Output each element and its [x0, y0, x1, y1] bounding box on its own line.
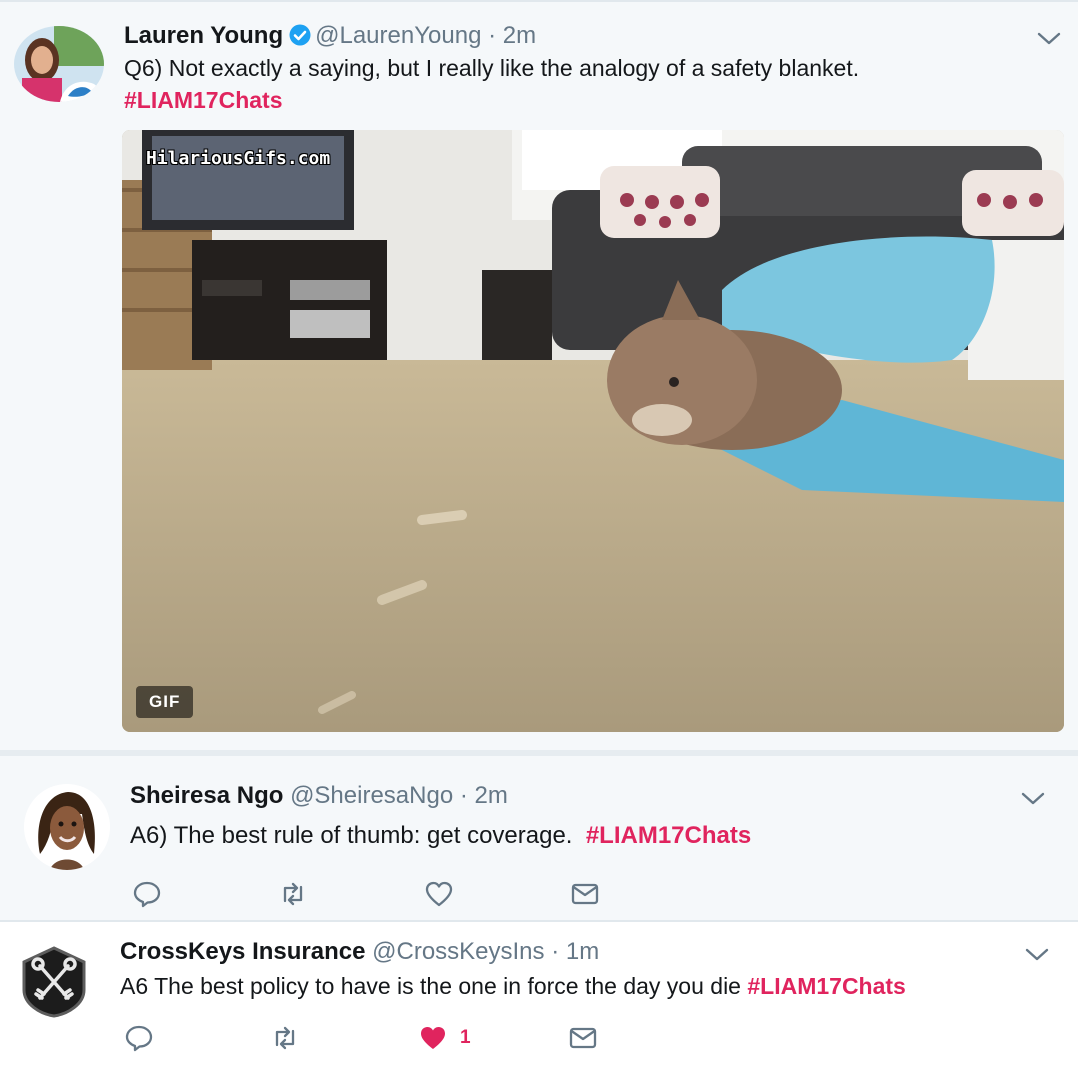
tweet-text: Q6) Not exactly a saying, but I really l… [124, 55, 860, 81]
chevron-down-icon[interactable] [1036, 30, 1062, 48]
hashtag-link[interactable]: #LIAM17Chats [124, 84, 282, 116]
gif-media[interactable]: HilariousGifs.com GIF [122, 130, 1064, 732]
retweet-icon [275, 1026, 295, 1050]
separator-dot: · [459, 782, 468, 809]
display-name[interactable]: CrossKeys Insurance [120, 938, 365, 965]
tweet-text-body: A6 The best policy to have is the one in… [120, 973, 741, 999]
avatar[interactable] [22, 946, 86, 1018]
username[interactable]: @CrossKeysIns [372, 938, 544, 965]
retweet-button[interactable] [270, 1018, 300, 1058]
reply-button[interactable] [124, 1018, 154, 1058]
tweet-sheiresa-ngo[interactable]: Sheiresa Ngo @SheiresaNgo · 2m A6) The b… [0, 750, 1078, 920]
gif-badge: GIF [136, 686, 194, 718]
timestamp[interactable]: 2m [503, 22, 536, 49]
tweet-text: A6 The best policy to have is the one in… [120, 970, 906, 1002]
username[interactable]: @LaurenYoung [315, 22, 481, 49]
like-button[interactable]: 1 [418, 1018, 471, 1058]
retweet-icon [283, 882, 303, 906]
username[interactable]: @SheiresaNgo [290, 782, 453, 809]
tweet-header: Lauren Young @LaurenYoung · 2m [124, 22, 536, 50]
retweet-button[interactable] [278, 874, 308, 914]
avatar[interactable] [14, 26, 104, 102]
direct-message-button[interactable] [568, 1018, 598, 1058]
tweet-text: A6) The best rule of thumb: get coverage… [130, 820, 751, 852]
display-name[interactable]: Lauren Young [124, 22, 283, 49]
verified-badge-icon [289, 24, 311, 46]
like-count: 1 [460, 1027, 471, 1048]
envelope-icon [569, 1027, 597, 1049]
chevron-down-icon[interactable] [1024, 946, 1050, 964]
heart-icon [425, 881, 453, 907]
tweet-text-body: A6) The best rule of thumb: get coverage… [130, 822, 573, 849]
tweet-actions [132, 874, 612, 914]
timestamp[interactable]: 1m [566, 938, 599, 965]
tweet-lauren-young[interactable]: Lauren Young @LaurenYoung · 2m Q6) Not ex… [0, 0, 1078, 750]
timestamp[interactable]: 2m [475, 782, 508, 809]
reply-icon [125, 1025, 153, 1052]
direct-message-button[interactable] [570, 874, 600, 914]
display-name[interactable]: Sheiresa Ngo [130, 782, 283, 809]
like-button[interactable] [424, 874, 454, 914]
gif-frame-image [122, 130, 1064, 732]
hashtag-link[interactable]: #LIAM17Chats [586, 822, 751, 849]
separator-dot: · [488, 22, 497, 49]
envelope-icon [571, 883, 599, 905]
tweet-actions: 1 [124, 1018, 604, 1058]
reply-icon [133, 881, 161, 908]
gif-watermark: HilariousGifs.com [146, 148, 331, 169]
avatar[interactable] [24, 784, 110, 870]
tweet-crosskeys-insurance[interactable]: CrossKeys Insurance @CrossKeysIns · 1m A… [0, 920, 1078, 1068]
chevron-down-icon[interactable] [1020, 790, 1046, 808]
tweet-header: Sheiresa Ngo @SheiresaNgo · 2m [130, 782, 508, 810]
hashtag-link[interactable]: #LIAM17Chats [747, 973, 905, 999]
heart-filled-icon [421, 1027, 445, 1049]
reply-button[interactable] [132, 874, 162, 914]
tweet-header: CrossKeys Insurance @CrossKeysIns · 1m [120, 938, 599, 966]
separator-dot: · [551, 938, 560, 965]
